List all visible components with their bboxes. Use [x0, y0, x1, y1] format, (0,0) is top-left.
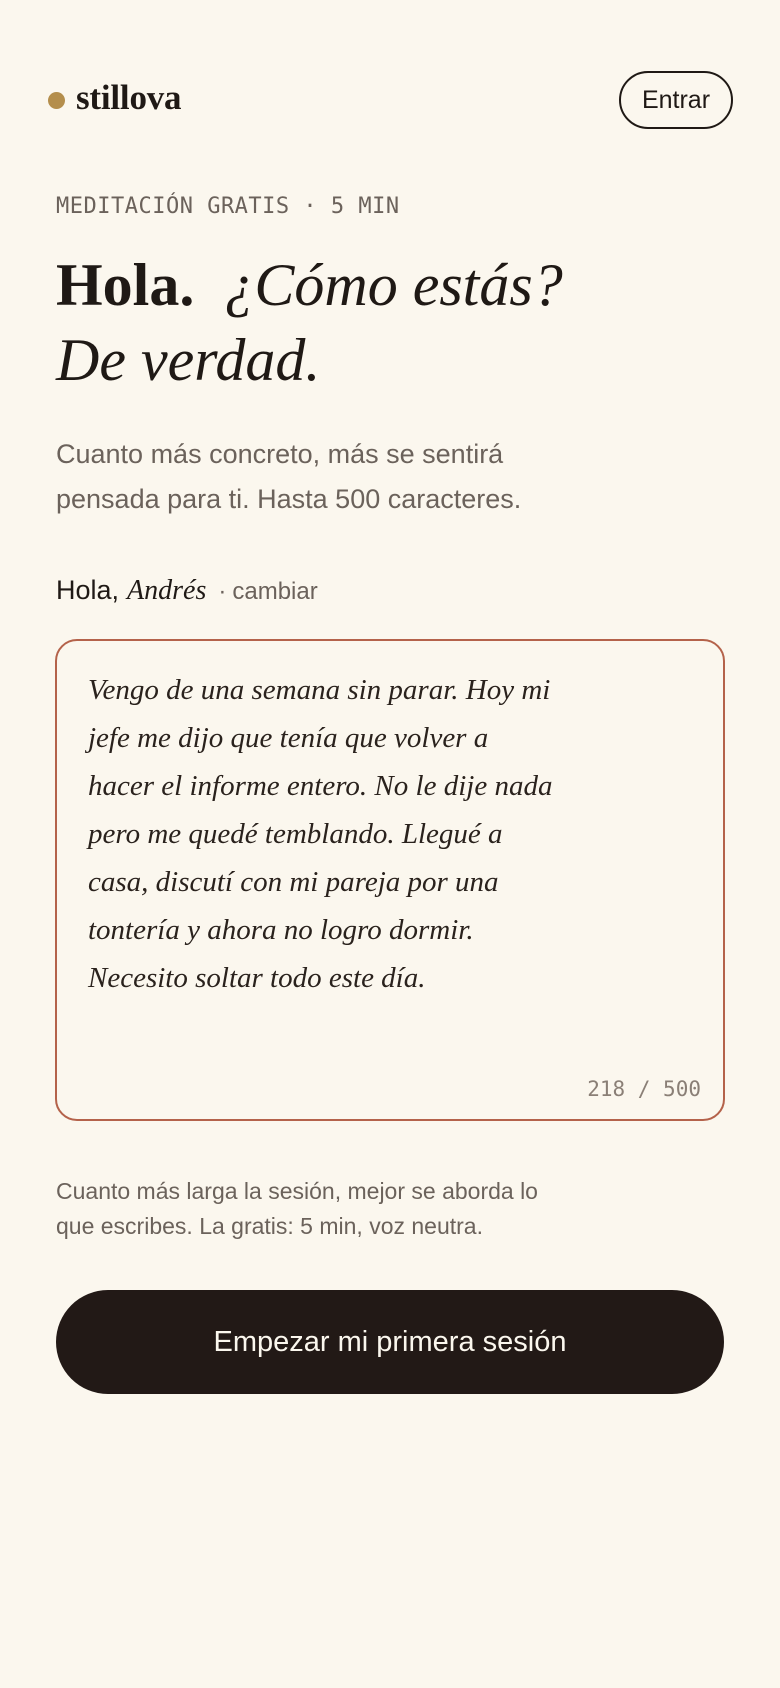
header: stillova Entrar: [0, 0, 780, 200]
user-name: Andrés: [127, 575, 207, 606]
headline-emphasis: De verdad.: [56, 327, 321, 393]
entry-text[interactable]: Vengo de una semana sin parar. Hoy mi je…: [88, 666, 558, 1002]
headline-question: ¿Cómo estás?: [224, 252, 563, 318]
entry-textarea[interactable]: Vengo de una semana sin parar. Hoy mi je…: [55, 639, 725, 1121]
change-name-link[interactable]: cambiar: [232, 578, 317, 606]
page-title: Hola. ¿Cómo estás? De verdad.: [56, 248, 736, 398]
character-counter: 218 / 500: [587, 1077, 701, 1101]
brand-logo[interactable]: stillova: [48, 78, 182, 118]
session-note: Cuanto más larga la sesión, mejor se abo…: [56, 1178, 538, 1239]
login-button[interactable]: Entrar: [619, 71, 733, 129]
greeting-separator: ·: [218, 578, 227, 605]
user-greeting: Hola, Andrés · cambiar: [56, 575, 318, 607]
brand-dot-icon: [48, 91, 65, 109]
page-subtitle: Cuanto más concreto, más se sentirá pens…: [56, 439, 522, 514]
brand-name: stillova: [76, 78, 182, 117]
greeting-hola: Hola,: [56, 575, 120, 605]
start-session-button[interactable]: Empezar mi primera sesión: [56, 1290, 724, 1394]
eyebrow-label: MEDITACIÓN GRATIS · 5 MIN: [56, 194, 400, 219]
headline-greeting: Hola.: [56, 252, 195, 318]
